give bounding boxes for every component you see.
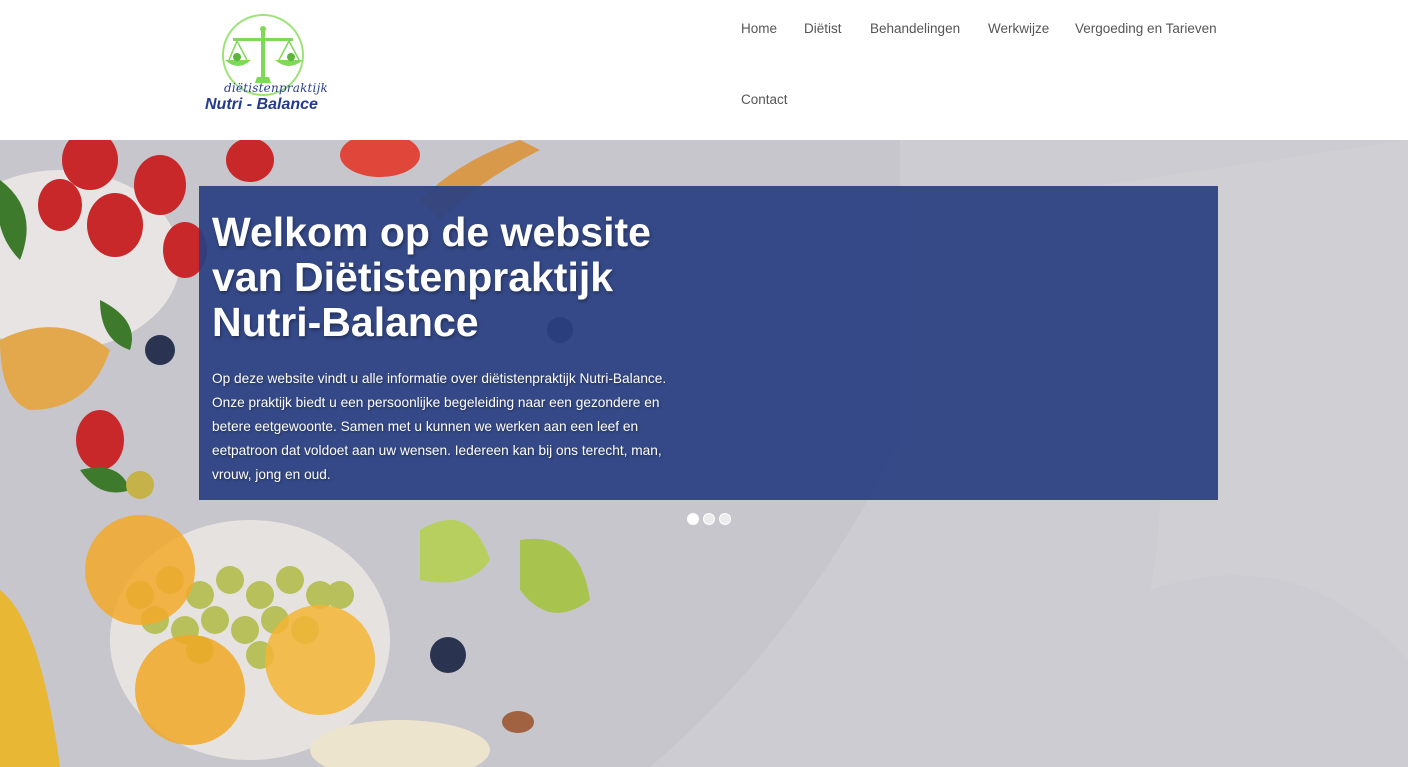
logo-title: Nutri - Balance bbox=[205, 96, 318, 113]
nav-item-home[interactable]: Home bbox=[741, 21, 777, 36]
slider-dot-1[interactable] bbox=[687, 513, 699, 525]
nav-item-behandelingen[interactable]: Behandelingen bbox=[870, 21, 960, 36]
logo[interactable]: diëtistenpraktijk Nutri - Balance bbox=[205, 14, 355, 118]
slider-dot-2[interactable] bbox=[703, 513, 715, 525]
slider-pagination bbox=[687, 513, 731, 525]
site-header: diëtistenpraktijk Nutri - Balance Home D… bbox=[0, 0, 1408, 140]
nav-item-dietist[interactable]: Diëtist bbox=[804, 21, 842, 36]
hero-title: Welkom op de website van Diëtistenprakti… bbox=[212, 209, 651, 345]
slider-dot-3[interactable] bbox=[719, 513, 731, 525]
hero-description: Op deze website vindt u alle informatie … bbox=[212, 371, 667, 482]
nav-item-vergoeding[interactable]: Vergoeding en Tarieven bbox=[1075, 21, 1217, 36]
nav-item-contact[interactable]: Contact bbox=[741, 92, 788, 107]
nav-item-werkwijze[interactable]: Werkwijze bbox=[988, 21, 1049, 36]
logo-subtitle: diëtistenpraktijk bbox=[224, 81, 328, 95]
